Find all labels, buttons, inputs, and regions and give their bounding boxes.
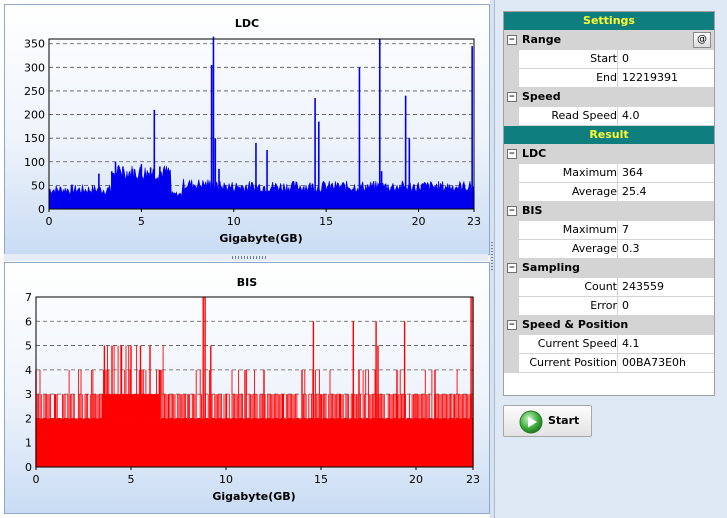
bis-max-value: 7 (622, 223, 629, 236)
bis-avg-value: 0.3 (622, 242, 640, 255)
bis-y-tick-label: 4 (25, 364, 32, 377)
ldc-max-label: Maximum (519, 164, 618, 182)
start-label: Start (519, 50, 618, 68)
play-icon (519, 410, 543, 434)
result-header: Result (504, 126, 714, 145)
bis-chart: BIS 01234567 0 5 10 15 20 23 Gigabyte(GB) (25, 276, 480, 503)
ldc-avg-row[interactable]: Average 25.4 (504, 183, 714, 202)
bis-x-axis-label: Gigabyte(GB) (212, 490, 295, 503)
settings-header: Settings (504, 12, 714, 31)
end-value[interactable]: 12219391 (622, 69, 678, 87)
ldc-max-value: 364 (622, 166, 643, 179)
count-label: Count (519, 278, 618, 296)
collapse-icon[interactable]: − (507, 149, 517, 159)
ldc-label: LDC (522, 147, 547, 160)
range-category[interactable]: − Range @ (504, 31, 714, 50)
bis-y-tick-label: 7 (25, 291, 32, 304)
current-speed-row[interactable]: Current Speed 4.1 (504, 335, 714, 354)
ldc-chart: LDC 0 50 100 150 200 250 300 350 0 5 10 15 20 23 Gig… (24, 17, 481, 245)
bis-y-tick-label: 6 (25, 315, 32, 328)
ldc-x-tick-label: 20 (412, 215, 426, 228)
start-value[interactable]: 0 (622, 50, 629, 68)
sampling-category[interactable]: − Sampling (504, 259, 714, 278)
collapse-icon[interactable]: − (507, 263, 517, 273)
speed-position-category[interactable]: − Speed & Position (504, 316, 714, 335)
current-speed-label: Current Speed (519, 335, 618, 353)
ldc-x-tick-label: 23 (467, 215, 481, 228)
ldc-avg-value: 25.4 (622, 185, 647, 198)
ldc-y-tick-label: 350 (24, 38, 45, 51)
bis-max-label: Maximum (519, 221, 618, 239)
sampling-label: Sampling (522, 261, 580, 274)
bis-chart-title: BIS (237, 276, 257, 289)
error-label: Error (519, 297, 618, 315)
bis-x-tick-label: 15 (314, 473, 328, 486)
end-row[interactable]: End 12219391 (504, 69, 714, 88)
start-row[interactable]: Start 0 (504, 50, 714, 69)
current-speed-value: 4.1 (622, 337, 640, 350)
bis-y-tick-label: 1 (25, 437, 32, 450)
ldc-category[interactable]: − LDC (504, 145, 714, 164)
speed-position-label: Speed & Position (522, 318, 629, 331)
property-grid[interactable]: Settings − Range @ Start 0 End 12219391 … (503, 11, 715, 396)
ldc-y-tick-label: 150 (24, 132, 45, 145)
start-button[interactable]: Start (503, 405, 592, 437)
bis-x-tick-label: 5 (128, 473, 135, 486)
bis-label: BIS (522, 204, 543, 217)
horizontal-splitter[interactable] (4, 254, 488, 261)
ldc-y-tick-label: 100 (24, 156, 45, 169)
collapse-icon[interactable]: − (507, 92, 517, 102)
current-position-label: Current Position (519, 354, 618, 372)
current-position-value: 00BA73E0h (622, 356, 686, 369)
ldc-max-row[interactable]: Maximum 364 (504, 164, 714, 183)
collapse-icon[interactable]: − (507, 320, 517, 330)
ldc-x-tick-label: 0 (46, 215, 53, 228)
speed-label: Speed (522, 90, 561, 103)
bis-base-area (36, 418, 473, 467)
bis-x-tick-label: 0 (33, 473, 40, 486)
left-pane: LDC 0 50 100 150 200 250 300 350 0 5 10 15 20 23 Gig… (0, 0, 490, 518)
ldc-y-tick-label: 300 (24, 61, 45, 74)
speed-category[interactable]: − Speed (504, 88, 714, 107)
bis-x-tick-label: 23 (466, 473, 480, 486)
ldc-x-tick-label: 15 (319, 215, 333, 228)
ldc-x-tick-label: 5 (138, 215, 145, 228)
read-speed-label: Read Speed (519, 107, 618, 125)
bis-category[interactable]: − BIS (504, 202, 714, 221)
current-position-row[interactable]: Current Position 00BA73E0h (504, 354, 714, 373)
start-button-label: Start (548, 414, 580, 427)
count-row[interactable]: Count 243559 (504, 278, 714, 297)
ldc-x-axis-label: Gigabyte(GB) (219, 232, 302, 245)
ldc-y-tick-label: 50 (31, 179, 45, 192)
ldc-chart-title: LDC (235, 17, 259, 30)
read-speed-value[interactable]: 4.0 (622, 107, 640, 125)
bis-y-tick-label: 2 (25, 412, 32, 425)
bis-avg-row[interactable]: Average 0.3 (504, 240, 714, 259)
collapse-icon[interactable]: − (507, 35, 517, 45)
bis-chart-panel: BIS 01234567 0 5 10 15 20 23 Gigabyte(GB) (4, 262, 490, 514)
bis-y-tick-label: 0 (25, 461, 32, 474)
ldc-y-tick-label: 250 (24, 85, 45, 98)
ldc-y-tick-label: 0 (38, 203, 45, 216)
ldc-avg-label: Average (519, 183, 618, 201)
bis-avg-label: Average (519, 240, 618, 258)
ldc-x-tick-label: 10 (227, 215, 241, 228)
bis-max-row[interactable]: Maximum 7 (504, 221, 714, 240)
error-value: 0 (622, 299, 629, 312)
bis-x-tick-label: 20 (409, 473, 423, 486)
right-pane: Settings − Range @ Start 0 End 12219391 … (494, 0, 727, 518)
range-label: Range (522, 33, 562, 46)
at-button[interactable]: @ (693, 32, 711, 48)
read-speed-row[interactable]: Read Speed 4.0 (504, 107, 714, 126)
bis-y-tick-label: 3 (25, 388, 32, 401)
end-label: End (519, 69, 618, 87)
ldc-chart-panel: LDC 0 50 100 150 200 250 300 350 0 5 10 15 20 23 Gig… (4, 4, 490, 255)
collapse-icon[interactable]: − (507, 206, 517, 216)
bis-x-tick-label: 10 (219, 473, 233, 486)
error-row[interactable]: Error 0 (504, 297, 714, 316)
ldc-y-tick-label: 200 (24, 109, 45, 122)
bis-y-tick-label: 5 (25, 340, 32, 353)
count-value: 243559 (622, 280, 664, 293)
